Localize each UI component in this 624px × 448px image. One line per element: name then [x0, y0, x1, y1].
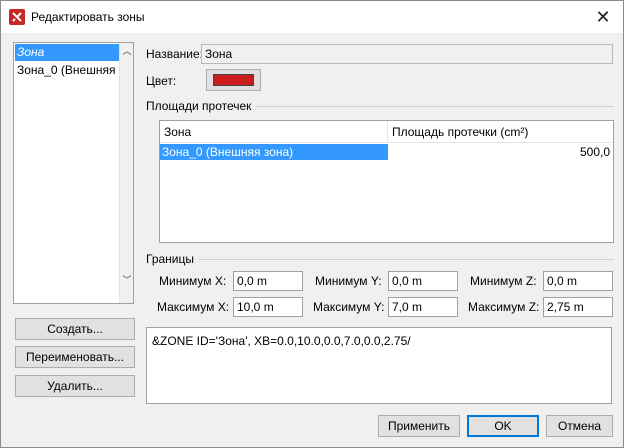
- min-x-label: Минимум X:: [159, 274, 227, 288]
- leak-areas-table[interactable]: Зона Площадь протечки (cm²) Зона_0 (Внеш…: [159, 120, 614, 243]
- chevron-down-icon[interactable]: ﹀: [122, 275, 132, 285]
- column-header-leak-area[interactable]: Площадь протечки (cm²): [388, 121, 613, 143]
- fds-code-textarea[interactable]: &ZONE ID='Зона', XB=0.0,10.0,0.0,7.0,0.0…: [146, 327, 612, 404]
- color-swatch: [213, 74, 254, 86]
- max-z-field[interactable]: 2,75 m: [543, 297, 613, 317]
- max-y-field[interactable]: 7,0 m: [388, 297, 458, 317]
- table-cell-area[interactable]: 500,0: [388, 144, 613, 160]
- list-item[interactable]: Зона: [15, 44, 120, 61]
- create-button[interactable]: Создать...: [15, 318, 135, 340]
- max-x-label: Максимум X:: [157, 300, 230, 314]
- min-z-label: Минимум Z:: [470, 274, 537, 288]
- color-label: Цвет:: [146, 74, 177, 88]
- name-label: Название:: [146, 47, 203, 61]
- table-cell-zone[interactable]: Зона_0 (Внешняя зона): [160, 144, 388, 160]
- title-bar: Редактировать зоны ✕: [1, 1, 623, 33]
- edit-zones-dialog: Редактировать зоны ✕ Зона Зона_0 (Внешня…: [0, 0, 624, 448]
- max-z-label: Максимум Z:: [468, 300, 540, 314]
- name-field[interactable]: Зона: [201, 44, 613, 64]
- zone-list[interactable]: Зона Зона_0 (Внешняя зо ︿ ﹀: [13, 42, 134, 304]
- close-icon[interactable]: ✕: [591, 5, 615, 29]
- column-header-zone[interactable]: Зона: [160, 121, 388, 143]
- min-y-label: Минимум Y:: [315, 274, 382, 288]
- cancel-button[interactable]: Отмена: [546, 415, 613, 437]
- max-x-field[interactable]: 10,0 m: [233, 297, 303, 317]
- min-z-field[interactable]: 0,0 m: [543, 271, 613, 291]
- leak-areas-group-title: Площади протечек: [146, 99, 252, 113]
- chevron-up-icon[interactable]: ︿: [122, 46, 132, 56]
- bounds-group-title: Границы: [146, 252, 194, 266]
- max-y-label: Максимум Y:: [313, 300, 385, 314]
- color-picker-button[interactable]: [206, 69, 261, 91]
- ok-button[interactable]: OK: [467, 415, 539, 437]
- group-divider: [256, 106, 614, 107]
- zone-list-scrollbar[interactable]: ︿ ﹀: [119, 43, 133, 303]
- delete-button[interactable]: Удалить...: [15, 375, 135, 397]
- min-y-field[interactable]: 0,0 m: [388, 271, 458, 291]
- app-icon: [9, 9, 25, 25]
- min-x-field[interactable]: 0,0 m: [233, 271, 303, 291]
- window-title: Редактировать зоны: [31, 10, 145, 24]
- list-item[interactable]: Зона_0 (Внешняя зо: [15, 62, 120, 79]
- group-divider: [199, 259, 614, 260]
- apply-button[interactable]: Применить: [378, 415, 460, 437]
- rename-button[interactable]: Переименовать...: [15, 346, 135, 368]
